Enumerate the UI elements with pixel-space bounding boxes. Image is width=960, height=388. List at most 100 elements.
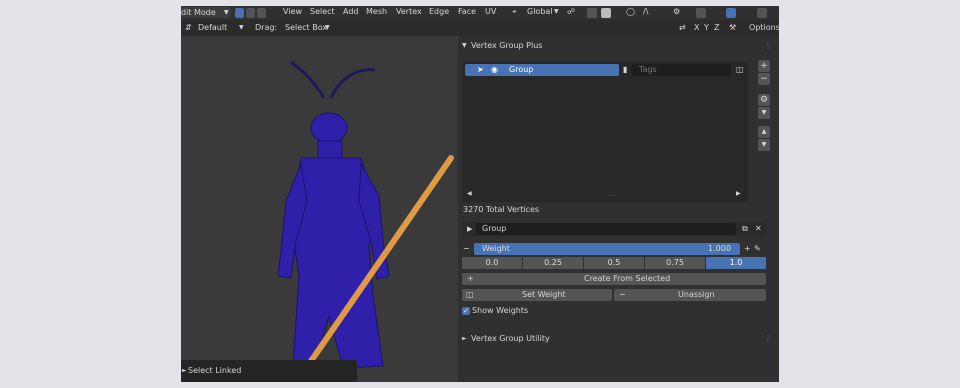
blender-window: dit Mode ▼ View Select Add Mesh Vertex E… xyxy=(181,6,779,382)
axis-y-toggle[interactable]: Y xyxy=(704,22,709,34)
panel-title[interactable]: Vertex Group Plus xyxy=(471,40,542,52)
eye-icon[interactable]: ◉ xyxy=(491,64,498,76)
viewport-shading-icon[interactable] xyxy=(726,8,736,18)
menu-chevron-icon[interactable]: ▼ xyxy=(758,107,770,119)
trash-icon[interactable]: ◫ xyxy=(736,64,744,76)
weight-preset-button[interactable]: 1.0 xyxy=(706,257,766,269)
list-resize-grip[interactable]: … xyxy=(608,188,616,200)
tags-placeholder: Tags xyxy=(639,65,657,74)
last-operator-panel[interactable]: ► Select Linked xyxy=(181,360,357,382)
close-icon[interactable]: ✕ xyxy=(755,223,762,235)
mode-dropdown[interactable]: dit Mode ▼ xyxy=(181,7,231,18)
group-row: ▶ Group ⧉ ✕ xyxy=(462,222,766,236)
menu-uv[interactable]: UV xyxy=(485,6,496,18)
list-item[interactable]: ➤ ◉ Group ▮ Tags ◫ xyxy=(465,64,745,76)
menu-vertex[interactable]: Vertex xyxy=(396,6,422,18)
assign-icon: ◫ xyxy=(466,290,474,299)
mode-label: dit Mode xyxy=(181,8,216,17)
tool-settings-header: ⇵ Default ▼ Drag: Select Box ▼ ⇄ X Y Z ⚒… xyxy=(181,20,779,36)
bookmark-icon: ▮ xyxy=(623,65,628,74)
menu-edge[interactable]: Edge xyxy=(429,6,449,18)
weight-value: 1.000 xyxy=(708,244,731,253)
chevron-down-icon[interactable]: ▼ xyxy=(462,40,467,52)
create-from-selected-button[interactable]: + Create From Selected xyxy=(462,273,766,285)
chevron-down-icon: ▼ xyxy=(325,24,330,31)
drag-handle-icon[interactable]: ⋮ xyxy=(764,333,772,345)
weight-label: Weight xyxy=(482,244,510,253)
scroll-right-icon[interactable]: ▶ xyxy=(736,188,741,200)
create-from-selected-label: Create From Selected xyxy=(584,274,671,283)
utility-panel-title[interactable]: Vertex Group Utility xyxy=(471,333,550,345)
falloff-icon[interactable]: /\ xyxy=(643,6,648,18)
tags-field[interactable]: Tags xyxy=(631,64,731,76)
overlay-icon[interactable] xyxy=(601,8,611,18)
minus-icon: − xyxy=(619,290,626,299)
vertex-group-plus-panel: ▼ Vertex Group Plus ⋮ ➤ ◉ Group ▮ Tags ◫… xyxy=(458,36,779,382)
weight-slider[interactable]: Weight 1.000 xyxy=(474,243,740,255)
transform-orientation-dropdown[interactable]: Global xyxy=(527,6,553,18)
drag-handle-icon[interactable]: ⋮ xyxy=(764,40,772,52)
shading-solid-icon[interactable] xyxy=(757,8,767,18)
menu-view[interactable]: View xyxy=(283,6,302,18)
collapse-weight-icon[interactable]: − xyxy=(463,243,470,255)
vertex-select-icon[interactable] xyxy=(235,8,244,18)
chevron-down-icon: ▼ xyxy=(554,8,559,15)
axis-x-toggle[interactable]: X xyxy=(694,22,699,34)
menu-face[interactable]: Face xyxy=(458,6,476,18)
vertex-group-list[interactable]: ➤ ◉ Group ▮ Tags ◫ ◀ … ▶ xyxy=(462,62,748,202)
select-icon[interactable]: ➤ xyxy=(477,64,484,76)
eyedropper-icon[interactable]: ✎ xyxy=(754,243,761,255)
chevron-down-icon: ▼ xyxy=(239,24,244,31)
scroll-left-icon[interactable]: ◀ xyxy=(467,188,472,200)
copy-icon[interactable]: ⧉ xyxy=(742,223,748,235)
transform-orientation-icon: ⌖ xyxy=(512,7,517,16)
face-select-icon[interactable] xyxy=(257,8,266,18)
menu-add[interactable]: Add xyxy=(343,6,359,18)
list-item-highlight: ➤ ◉ Group xyxy=(465,64,619,76)
xray-icon[interactable] xyxy=(696,8,706,18)
drag-label: Drag: xyxy=(255,23,278,32)
play-icon[interactable]: ▶ xyxy=(467,223,472,235)
show-weights-label: Show Weights xyxy=(472,306,529,315)
edge-select-icon[interactable] xyxy=(246,8,255,18)
menu-mesh[interactable]: Mesh xyxy=(366,6,387,18)
snap-icon[interactable]: ☍ xyxy=(567,6,575,18)
weight-preset-button[interactable]: 0.0 xyxy=(462,257,522,269)
move-up-button[interactable]: ▲ xyxy=(758,126,770,138)
gizmo-icon[interactable]: ⚙ xyxy=(673,6,680,18)
specials-menu-button[interactable]: ⚙ xyxy=(758,94,770,106)
drag-dropdown[interactable]: Select Box xyxy=(285,22,327,34)
character-mesh xyxy=(277,60,454,369)
weight-preset-button[interactable]: 0.5 xyxy=(584,257,644,269)
plus-icon: + xyxy=(467,274,474,283)
options-dropdown[interactable]: Options xyxy=(749,22,779,34)
mirror-icon[interactable]: ⇄ xyxy=(679,22,686,34)
unassign-label: Unassign xyxy=(678,290,715,299)
weight-preset-button[interactable]: 0.75 xyxy=(645,257,705,269)
show-weights-checkbox[interactable]: ✓ xyxy=(462,307,470,315)
move-down-button[interactable]: ▼ xyxy=(758,139,770,151)
total-vertices-label: 3270 Total Vertices xyxy=(463,205,540,214)
proportional-edit-icon[interactable]: ◯ xyxy=(626,6,635,18)
chevron-right-icon[interactable]: ► xyxy=(462,333,467,345)
3d-viewport[interactable]: ► Select Linked xyxy=(181,36,458,382)
remove-group-button[interactable]: − xyxy=(758,73,770,85)
orientation-dropdown[interactable]: Default xyxy=(198,22,227,34)
unassign-button[interactable]: − Unassign xyxy=(614,289,766,301)
set-weight-button[interactable]: ◫ Set Weight xyxy=(462,289,612,301)
last-operator-label: Select Linked xyxy=(188,366,242,375)
chevron-down-icon: ▼ xyxy=(224,9,229,16)
editor-header: dit Mode ▼ View Select Add Mesh Vertex E… xyxy=(181,6,779,20)
monkey-king-model xyxy=(277,60,390,369)
snap-target-icon[interactable] xyxy=(587,8,597,18)
weight-preset-button[interactable]: 0.25 xyxy=(523,257,583,269)
wrench-icon[interactable]: ⚒ xyxy=(729,22,736,34)
axis-z-toggle[interactable]: Z xyxy=(714,22,719,34)
add-weight-icon[interactable]: + xyxy=(744,243,751,255)
add-group-button[interactable]: + xyxy=(758,60,770,72)
group-name-field[interactable]: Group xyxy=(476,223,736,235)
list-item-label: Group xyxy=(509,65,534,74)
set-weight-label: Set Weight xyxy=(522,290,566,299)
group-name-value: Group xyxy=(482,224,507,233)
menu-select[interactable]: Select xyxy=(310,6,335,18)
